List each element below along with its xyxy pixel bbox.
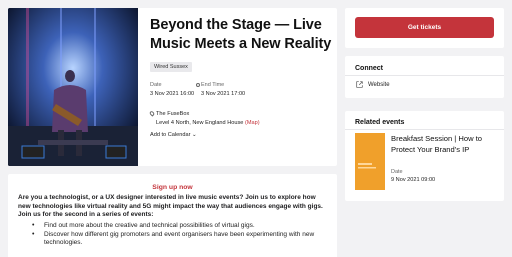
connect-heading: Connect bbox=[355, 65, 383, 72]
event-header-card: Beyond the Stage — Live Music Meets a Ne… bbox=[8, 8, 337, 166]
related-event-date-label: Date bbox=[391, 169, 403, 175]
add-to-calendar-label: Add to Calendar bbox=[150, 132, 191, 138]
organizer-tag[interactable]: Wired Sussex bbox=[150, 62, 192, 72]
external-link-icon bbox=[356, 81, 363, 88]
add-to-calendar[interactable]: Add to Calendar ⌄ bbox=[150, 132, 334, 138]
venue-address: Level 4 North, New England House (Map) bbox=[156, 120, 334, 126]
website-link-row[interactable]: Website bbox=[356, 81, 390, 88]
chevron-down-icon: ⌄ bbox=[192, 132, 197, 138]
end-time-value: 3 Nov 2021 17:00 bbox=[201, 91, 246, 97]
description-card: Sign up now Are you a technologist, or a… bbox=[8, 174, 337, 257]
connect-card: Connect Website bbox=[345, 56, 504, 98]
website-link[interactable]: Website bbox=[368, 82, 390, 88]
event-title: Beyond the Stage — Live Music Meets a Ne… bbox=[150, 17, 332, 52]
related-event-title[interactable]: Breakfast Session | How to Protect Your … bbox=[391, 134, 499, 155]
map-pin-icon bbox=[148, 110, 156, 117]
start-date-label: Date bbox=[150, 82, 162, 88]
start-date: Date 3 Nov 2021 16:00 bbox=[150, 82, 194, 97]
get-tickets-button[interactable]: Get tickets bbox=[355, 17, 494, 38]
event-dates: Date 3 Nov 2021 16:00 End Time 3 Nov 202… bbox=[150, 82, 334, 108]
venue-name: The FuseBox bbox=[156, 111, 190, 117]
end-time-label: End Time bbox=[201, 82, 225, 88]
event-location: The FuseBox Level 4 North, New England H… bbox=[148, 110, 334, 126]
related-events-card: Related events Breakfast Session | How t… bbox=[345, 111, 504, 201]
description-bullets: Find out more about the creative and tec… bbox=[32, 222, 330, 248]
event-hero-image bbox=[8, 8, 138, 166]
related-heading: Related events bbox=[355, 119, 405, 126]
tickets-card: Get tickets bbox=[345, 8, 504, 48]
map-link[interactable]: (Map) bbox=[245, 120, 260, 126]
related-event-date: 9 Nov 2021 09:00 bbox=[391, 177, 436, 183]
list-item: Find out more about the creative and tec… bbox=[32, 222, 330, 231]
list-item: Discover how different gig promoters and… bbox=[32, 231, 330, 248]
connect-divider bbox=[345, 75, 504, 76]
description-body: Are you a technologist, or a UX designer… bbox=[18, 194, 323, 219]
venue-address-text: Level 4 North, New England House bbox=[156, 120, 244, 126]
related-event-thumbnail[interactable] bbox=[355, 133, 385, 190]
related-divider bbox=[345, 129, 504, 130]
end-time: End Time 3 Nov 2021 17:00 bbox=[196, 82, 245, 97]
sign-up-link[interactable]: Sign up now bbox=[8, 184, 337, 191]
clock-icon bbox=[196, 83, 200, 87]
start-date-value: 3 Nov 2021 16:00 bbox=[150, 91, 195, 97]
